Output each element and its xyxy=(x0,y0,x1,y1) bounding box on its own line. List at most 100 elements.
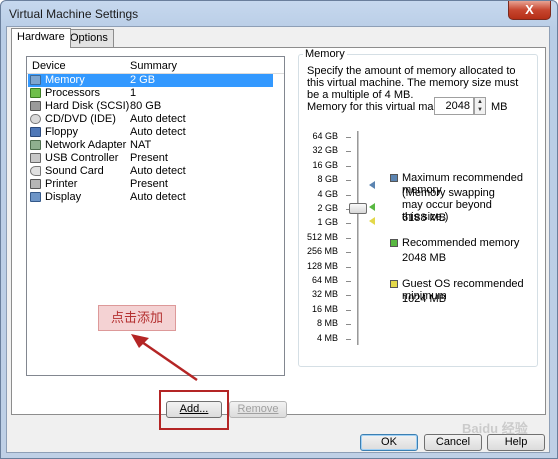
device-row-display[interactable]: Display Auto detect xyxy=(28,191,273,204)
max-recommended-marker-icon xyxy=(369,181,375,189)
memory-scale-tick xyxy=(346,281,351,282)
device-name: Processors xyxy=(45,87,101,99)
device-row-printer[interactable]: Printer Present xyxy=(28,178,273,191)
memory-scale-tick xyxy=(346,237,351,239)
guest-legend-swatch-icon xyxy=(390,280,398,288)
device-summary: 1 xyxy=(130,87,137,99)
max-legend-swatch-icon xyxy=(390,174,398,182)
memory-scale-label: 4 GB xyxy=(317,188,338,199)
device-column-header[interactable]: Device xyxy=(32,60,66,72)
device-name: Floppy xyxy=(45,126,79,138)
memory-scale-tick xyxy=(346,151,351,153)
memory-scale-tick xyxy=(346,338,351,340)
memory-scale-label: 8 GB xyxy=(317,174,338,185)
device-summary: Auto detect xyxy=(130,113,186,125)
device-name: USB Controller xyxy=(45,152,119,164)
ok-button[interactable]: OK xyxy=(360,434,418,451)
baidu-watermark: Baidu 经验 xyxy=(462,421,528,436)
device-summary: 80 GB xyxy=(130,100,162,112)
device-name: Memory xyxy=(45,74,85,86)
device-summary: Present xyxy=(130,152,168,164)
memory-scale-label: 16 MB xyxy=(311,303,338,314)
summary-column-header[interactable]: Summary xyxy=(130,60,177,72)
tab-options[interactable]: Options xyxy=(64,29,114,47)
memory-slider-thumb[interactable] xyxy=(349,203,367,214)
device-row-sound-card[interactable]: Sound Card Auto detect xyxy=(28,165,273,178)
memory-scale-label: 512 MB xyxy=(306,231,338,242)
memory-scale-label: 128 MB xyxy=(306,260,338,271)
memory-scale-label: 64 GB xyxy=(312,131,338,141)
device-summary: Auto detect xyxy=(130,126,186,138)
memory-scale-label: 64 MB xyxy=(311,275,338,285)
device-name: CD/DVD (IDE) xyxy=(45,113,116,125)
memory-scale-tick xyxy=(346,266,351,268)
memory-icon xyxy=(30,75,41,85)
memory-slider-track[interactable] xyxy=(357,131,359,345)
sound-card-icon xyxy=(30,166,41,176)
device-row-network-adapter[interactable]: Network Adapter NAT xyxy=(28,139,273,152)
annotation-arrow-icon xyxy=(131,334,198,382)
device-row-cd-dvd[interactable]: CD/DVD (IDE) Auto detect xyxy=(28,113,273,126)
window-title: Virtual Machine Settings xyxy=(9,7,139,21)
device-list-header: Device Summary xyxy=(27,57,284,74)
memory-scale-label: 32 GB xyxy=(312,145,338,156)
cd-dvd-icon xyxy=(30,114,41,124)
max-legend-value: 6188 MB xyxy=(402,212,447,224)
device-summary: Auto detect xyxy=(130,165,186,177)
memory-scale-tick xyxy=(346,223,351,225)
device-row-memory[interactable]: Memory 2 GB xyxy=(28,74,273,87)
memory-scale-tick xyxy=(346,165,351,167)
memory-scale-tick xyxy=(346,295,351,297)
device-summary: Auto detect xyxy=(130,191,186,203)
memory-scale-tick xyxy=(346,309,351,311)
guest-legend-value: 1024 MB xyxy=(402,293,447,305)
memory-scale-label: 256 MB xyxy=(306,246,338,257)
device-name: Display xyxy=(45,191,82,203)
usb-icon xyxy=(30,153,41,163)
memory-scale-tick xyxy=(346,324,351,326)
memory-description: Specify the amount of memory allocated t… xyxy=(307,65,519,101)
device-summary: NAT xyxy=(130,139,152,151)
network-adapter-icon xyxy=(30,140,41,150)
hard-disk-icon xyxy=(30,101,41,111)
remove-button[interactable]: Remove xyxy=(229,401,287,418)
memory-size-input[interactable]: 2048 xyxy=(434,97,474,115)
memory-group-title: Memory xyxy=(303,48,347,60)
device-summary: Present xyxy=(130,178,168,190)
memory-scale-tick xyxy=(346,137,351,138)
guest-min-marker-icon xyxy=(369,217,375,225)
recommended-legend-swatch-icon xyxy=(390,239,398,247)
add-button-label: Add... xyxy=(179,403,209,415)
add-button[interactable]: Add... xyxy=(166,401,222,418)
memory-spinner[interactable]: ▲ ▼ xyxy=(474,97,486,115)
title-bar[interactable]: Virtual Machine Settings X xyxy=(1,1,557,27)
display-icon xyxy=(30,192,41,202)
memory-scale-tick xyxy=(346,180,351,182)
memory-scale-tick xyxy=(346,252,351,254)
spin-down-icon[interactable]: ▼ xyxy=(475,106,485,114)
device-row-floppy[interactable]: Floppy Auto detect xyxy=(28,126,273,139)
tab-hardware[interactable]: Hardware xyxy=(11,28,71,48)
recommended-legend-title: Recommended memory xyxy=(402,237,520,249)
memory-scale-label: 32 MB xyxy=(311,289,338,300)
device-row-processors[interactable]: Processors 1 xyxy=(28,87,273,100)
floppy-icon xyxy=(30,127,41,137)
device-name: Network Adapter xyxy=(45,139,127,151)
recommended-marker-icon xyxy=(369,203,375,211)
close-button[interactable]: X xyxy=(508,1,551,20)
memory-scale-label: 1 GB xyxy=(317,217,338,228)
spin-up-icon[interactable]: ▲ xyxy=(475,98,485,106)
memory-scale-label: 2 GB xyxy=(317,203,338,213)
device-row-usb-controller[interactable]: USB Controller Present xyxy=(28,152,273,165)
device-summary: 2 GB xyxy=(130,74,156,86)
remove-button-label: Remove xyxy=(237,403,279,415)
device-name: Printer xyxy=(45,178,78,190)
memory-scale-label: 8 MB xyxy=(316,318,338,329)
annotation-callout: 点击添加 xyxy=(98,305,176,331)
memory-scale-label: 4 MB xyxy=(316,332,338,343)
memory-scale-label: 16 GB xyxy=(312,159,338,170)
device-name: Hard Disk (SCSI) xyxy=(45,100,130,112)
recommended-legend-value: 2048 MB xyxy=(402,252,447,264)
device-row-hard-disk[interactable]: Hard Disk (SCSI) 80 GB xyxy=(28,100,273,113)
device-name: Sound Card xyxy=(45,165,104,177)
